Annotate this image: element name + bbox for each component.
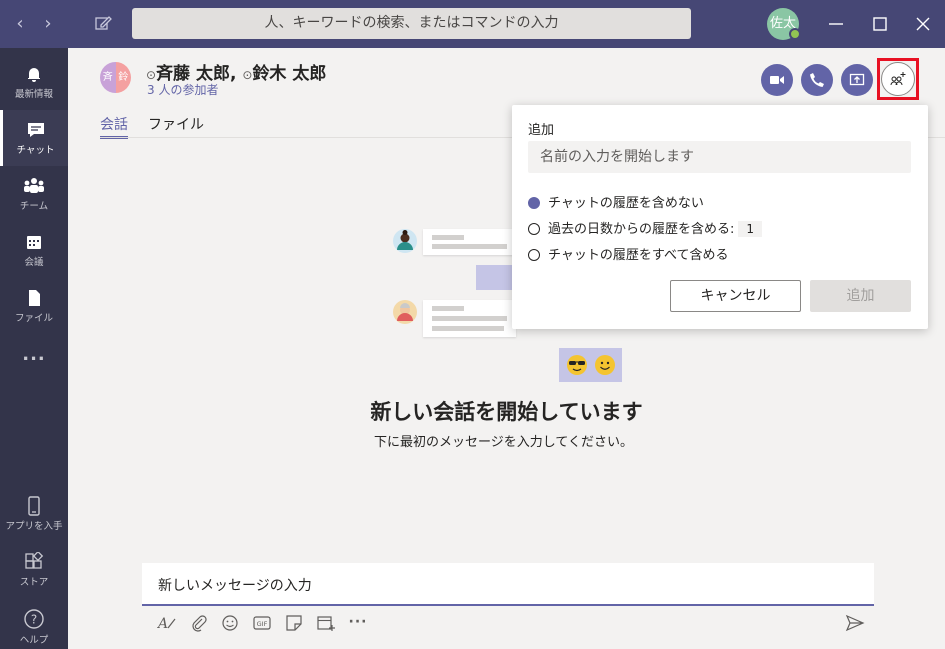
- rail-label: ファイル: [14, 313, 53, 324]
- presence-available-icon: [789, 28, 801, 40]
- search-input[interactable]: 人、キーワードの検索、またはコマンドの入力: [132, 8, 691, 39]
- rail-item-calendar[interactable]: 会議: [0, 222, 68, 278]
- close-icon[interactable]: [913, 14, 933, 34]
- cancel-button[interactable]: キャンセル: [670, 280, 801, 312]
- rail-label: アプリを入手: [5, 521, 63, 532]
- sticker-icon[interactable]: [284, 614, 304, 632]
- store-icon: [25, 552, 44, 569]
- add-people-button[interactable]: [881, 62, 915, 96]
- more-icon: ...: [22, 344, 46, 365]
- radio-unselected[interactable]: [528, 223, 540, 235]
- help-icon: ?: [24, 609, 44, 629]
- avatar-initial: 斉: [100, 62, 116, 93]
- emoji-icon[interactable]: [220, 614, 240, 632]
- rail-label: ヘルプ: [19, 635, 49, 646]
- empty-state-subtitle: 下に最初のメッセージを入力してください。: [374, 435, 633, 450]
- rail-item-chat[interactable]: チャット: [0, 110, 68, 166]
- schedule-meeting-icon[interactable]: [316, 614, 336, 632]
- share-screen-button[interactable]: [841, 64, 873, 96]
- share-screen-icon: [849, 73, 865, 86]
- mobile-icon: [28, 496, 40, 516]
- history-option-days[interactable]: 過去の日数からの履歴を含める: 1: [528, 218, 763, 237]
- add-people-icon: [890, 72, 906, 86]
- video-call-button[interactable]: [761, 64, 793, 96]
- illustration-bubble: [423, 229, 516, 255]
- svg-text:A: A: [157, 616, 168, 632]
- name-input[interactable]: 名前の入力を開始します: [528, 141, 911, 173]
- back-arrow-icon[interactable]: ‹: [10, 13, 30, 34]
- radio-selected[interactable]: [528, 197, 540, 209]
- bell-icon: [28, 68, 40, 82]
- illustration-bubble: [423, 300, 516, 337]
- tab-files[interactable]: ファイル: [148, 114, 204, 134]
- chat-icon: [27, 123, 44, 137]
- app-rail: 最新情報 チャット チーム 会議 ファイル ... アプリを入手 ストア ? ヘ…: [0, 48, 68, 649]
- minimize-icon[interactable]: [826, 14, 846, 34]
- rail-item-help[interactable]: ? ヘルプ: [0, 598, 68, 649]
- gif-icon[interactable]: GIF: [252, 614, 272, 632]
- empty-state-title: 新しい会話を開始しています: [370, 400, 643, 424]
- compose-icon[interactable]: [93, 13, 113, 33]
- add-people-popup: 追加 名前の入力を開始します チャットの履歴を含めない 過去の日数からの履歴を含…: [512, 105, 928, 329]
- maximize-icon[interactable]: [870, 14, 890, 34]
- attach-icon[interactable]: [189, 614, 209, 632]
- tab-conversation[interactable]: 会話: [100, 114, 128, 139]
- option-label: チャットの履歴を含めない: [548, 196, 704, 211]
- option-label: 過去の日数からの履歴を含める:: [548, 222, 735, 237]
- file-icon: [29, 290, 40, 306]
- history-option-none[interactable]: チャットの履歴を含めない: [528, 192, 704, 211]
- group-avatar: 斉 鈴: [100, 62, 131, 93]
- illustration-bubble-self: [476, 265, 516, 290]
- teams-icon: [24, 178, 44, 193]
- presence-unknown-icon: ⊙: [242, 68, 253, 82]
- person-avatar-icon: [393, 229, 417, 253]
- participants-link[interactable]: 3 人の参加者: [147, 81, 218, 98]
- send-icon[interactable]: [845, 614, 865, 632]
- avatar-initial: 鈴: [115, 62, 131, 93]
- rail-item-files[interactable]: ファイル: [0, 278, 68, 334]
- smile-emoji-icon: [595, 355, 615, 375]
- add-button[interactable]: 追加: [810, 280, 911, 312]
- rail-label: チーム: [19, 201, 49, 212]
- message-composer[interactable]: 新しいメッセージの入力: [142, 563, 874, 606]
- rail-label: チャット: [16, 145, 55, 156]
- presence-unknown-icon: ⊙: [146, 68, 157, 82]
- rail-item-more[interactable]: ...: [0, 334, 68, 390]
- sunglasses-emoji-icon: [567, 355, 587, 375]
- video-icon: [770, 76, 784, 84]
- more-options-icon[interactable]: ···: [348, 614, 368, 632]
- history-option-all[interactable]: チャットの履歴をすべて含める: [528, 244, 728, 263]
- title-bar: ‹ › 人、キーワードの検索、またはコマンドの入力 佐太: [0, 0, 945, 48]
- rail-item-teams[interactable]: チーム: [0, 166, 68, 222]
- rail-item-get-app[interactable]: アプリを入手: [0, 486, 68, 542]
- rail-label: 会議: [24, 257, 44, 268]
- member-name: 鈴木 太郎: [252, 64, 327, 84]
- forward-arrow-icon[interactable]: ›: [38, 13, 58, 34]
- calendar-icon: [27, 236, 41, 249]
- option-label: チャットの履歴をすべて含める: [548, 248, 729, 263]
- rail-item-activity[interactable]: 最新情報: [0, 54, 68, 110]
- radio-unselected[interactable]: [528, 249, 540, 261]
- phone-icon: [810, 73, 824, 87]
- rail-label: ストア: [19, 577, 49, 588]
- svg-text:?: ?: [31, 613, 37, 627]
- days-input[interactable]: 1: [738, 221, 763, 237]
- person-avatar-icon: [393, 300, 417, 324]
- popup-title: 追加: [528, 123, 555, 138]
- audio-call-button[interactable]: [801, 64, 833, 96]
- format-icon[interactable]: A: [157, 614, 177, 632]
- message-input-placeholder: 新しいメッセージの入力: [158, 578, 312, 594]
- rail-label: 最新情報: [14, 89, 53, 100]
- rail-item-store[interactable]: ストア: [0, 542, 68, 598]
- svg-text:GIF: GIF: [257, 620, 268, 628]
